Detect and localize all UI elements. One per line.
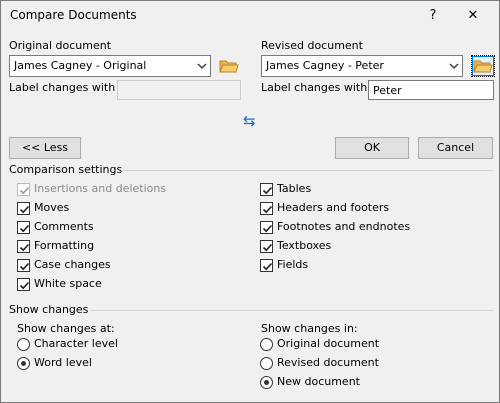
revised-label-changes-field[interactable] [368,80,494,100]
compare-documents-dialog: Compare Documents ? ✕ Original document … [0,0,500,403]
formatting-checkbox[interactable] [17,240,30,253]
show-changes-in-caption: Show changes in: [261,322,358,335]
character-level-radio[interactable] [17,338,30,351]
original-document-value: James Cagney - Original [14,59,147,72]
formatting-label: Formatting [34,239,95,252]
checkmark-icon [262,243,273,252]
checkmark-icon [262,262,273,271]
original-dropdown-arrow[interactable] [192,56,210,76]
tables-label: Tables [277,182,312,195]
case-changes-label: Case changes [34,258,111,271]
show-changes-header: Show changes [9,303,89,316]
tables-checkbox[interactable] [260,183,273,196]
insertions-and-deletions-label: Insertions and deletions [34,182,167,195]
checkmark-icon [262,186,273,195]
less-button[interactable]: << Less [9,137,81,159]
original-document-header: Original document [9,39,112,52]
radio-dot-icon [264,380,269,385]
case-changes-checkbox[interactable] [17,259,30,272]
original-document-combo[interactable]: James Cagney - Original [9,55,211,77]
word-level-radio[interactable] [17,357,30,370]
moves-label: Moves [34,201,70,214]
revised-dropdown-arrow[interactable] [444,56,462,76]
close-icon: ✕ [467,8,479,23]
checkmark-icon [19,281,30,290]
checkmark-icon [262,224,273,233]
moves-checkbox[interactable] [17,202,30,215]
revised-label-changes-input[interactable] [369,81,493,99]
original-document-label: Original document [277,337,380,350]
revised-document-value: James Cagney - Peter [266,59,384,72]
revised-browse-button[interactable] [471,55,495,77]
word-level-label: Word level [34,356,92,369]
chevron-down-icon [197,63,207,69]
checkmark-icon [19,224,30,233]
textboxes-label: Textboxes [277,239,332,252]
folder-icon [473,60,493,73]
new-document-label: New document [277,375,360,388]
fields-checkbox[interactable] [260,259,273,272]
revised-document-combo[interactable]: James Cagney - Peter [261,55,463,77]
footnotes-and-endnotes-checkbox[interactable] [260,221,273,234]
checkmark-icon [262,205,273,214]
headers-and-footers-label: Headers and footers [277,201,390,214]
comments-checkbox[interactable] [17,221,30,234]
checkmark-icon [19,262,30,271]
revised-document-header: Revised document [261,39,363,52]
white-space-label: White space [34,277,102,290]
show-changes-divider [91,310,493,311]
revised-document-radio[interactable] [260,357,273,370]
comparison-settings-divider [121,170,493,171]
comments-label: Comments [34,220,94,233]
folder-icon [219,60,239,73]
character-level-label: Character level [34,337,118,350]
checkmark-icon [19,186,30,195]
show-changes-at-caption: Show changes at: [17,322,115,335]
textboxes-checkbox[interactable] [260,240,273,253]
original-document-radio[interactable] [260,338,273,351]
dialog-title: Compare Documents [10,8,137,22]
original-label-changes-caption: Label changes with [9,81,116,94]
ok-button[interactable]: OK [335,137,409,159]
original-label-changes-input [118,81,240,99]
revised-document-label: Revised document [277,356,379,369]
white-space-checkbox[interactable] [17,278,30,291]
checkmark-icon [19,205,30,214]
help-button[interactable]: ? [415,2,451,30]
close-button[interactable]: ✕ [455,2,491,30]
swap-documents-icon[interactable]: ⇆ [243,112,256,130]
comparison-settings-header: Comparison settings [9,163,123,176]
original-browse-button[interactable] [217,55,241,77]
footnotes-and-endnotes-label: Footnotes and endnotes [277,220,411,233]
insertions-and-deletions-checkbox [17,183,30,196]
checkmark-icon [19,243,30,252]
headers-and-footers-checkbox[interactable] [260,202,273,215]
chevron-down-icon [449,63,459,69]
revised-label-changes-caption: Label changes with [261,81,368,94]
cancel-button[interactable]: Cancel [418,137,493,159]
fields-label: Fields [277,258,309,271]
new-document-radio[interactable] [260,376,273,389]
original-label-changes-field [117,80,241,100]
radio-dot-icon [21,361,26,366]
help-icon: ? [429,8,437,23]
